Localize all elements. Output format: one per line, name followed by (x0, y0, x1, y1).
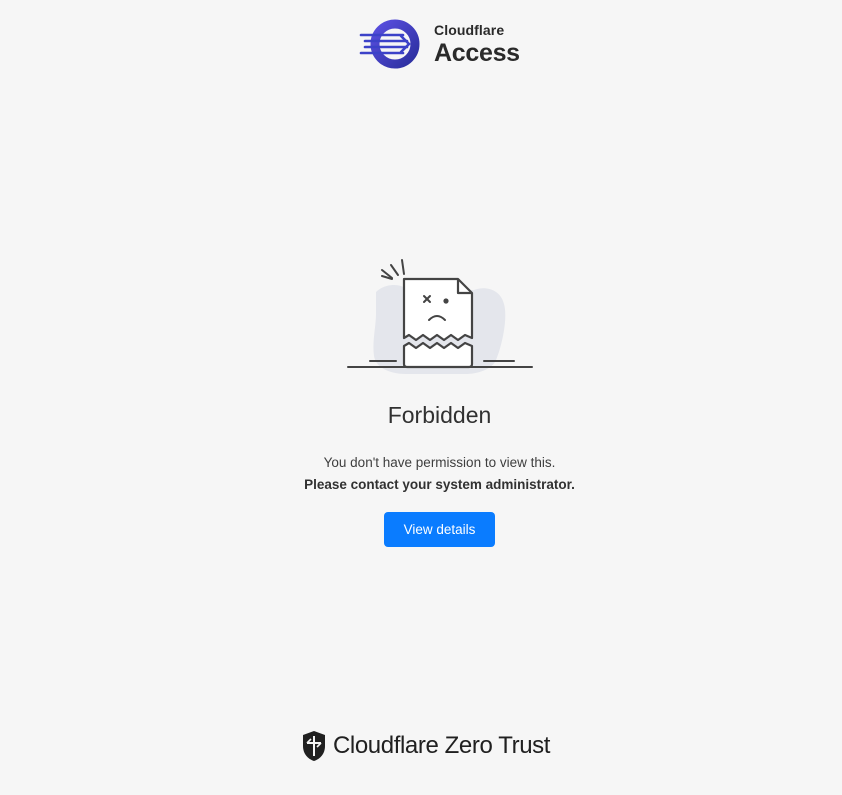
contact-admin-text: Please contact your system administrator… (304, 477, 575, 492)
logo-brand-text: Cloudflare (434, 21, 505, 38)
view-details-button[interactable]: View details (384, 512, 495, 547)
logo-product-text: Access (434, 38, 520, 67)
broken-document-icon (347, 259, 533, 374)
permission-text: You don't have permission to view this. (323, 455, 556, 470)
error-message: You don't have permission to view this. … (0, 452, 842, 496)
page-title: Forbidden (387, 402, 492, 428)
cloudflare-access-arrow-icon (359, 19, 420, 69)
footer-brand-text: Cloudflare Zero Trust (333, 732, 551, 759)
cloudflare-access-logo: Cloudflare Access (357, 17, 520, 71)
cloudflare-shield-icon (303, 731, 325, 761)
cloudflare-zero-trust-logo: Cloudflare Zero Trust (301, 729, 550, 763)
forbidden-page: Cloudflare Access Forbidden You don't ha… (0, 0, 842, 795)
